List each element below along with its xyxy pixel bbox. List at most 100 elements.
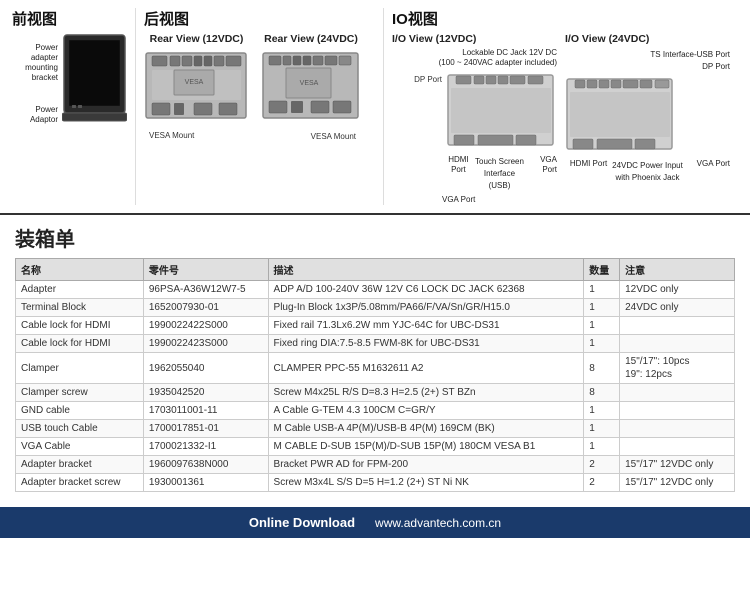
io-12v-hdmi: HDMI Port [442,155,475,191]
table-row: Clamper screw1935042520Screw M4x25L R/S … [16,384,735,402]
io-view-column: IO视图 I/O View (12VDC) Lockable DC Jack 1… [383,8,738,205]
table-cell [620,420,735,438]
io-24v-device [565,74,675,154]
table-cell: 1 [584,438,620,456]
table-cell: Plug-In Block 1x3P/5.08mm/PA66/F/VA/Sn/G… [268,299,584,317]
table-cell: Clamper screw [16,384,144,402]
rear-12vdc-block: Rear View (12VDC) [144,33,249,123]
io-12v-top1b: (100 ~ 240VAC adapter included) [439,58,557,68]
table-cell: GND cable [16,402,144,420]
rear-view-column: 后视图 Rear View (12VDC) [135,8,375,205]
front-device-svg [62,33,127,123]
table-cell: 15"/17" 12VDC only [620,474,735,492]
footer: Online Download www.advantech.com.cn [0,507,750,538]
table-cell: 1652007930-01 [143,299,268,317]
table-cell [620,317,735,335]
table-cell: 1960097638N000 [143,456,268,474]
table-cell: 96PSA-A36W12W7-5 [143,281,268,299]
table-cell: Terminal Block [16,299,144,317]
table-row: Adapter bracket screw1930001361Screw M3x… [16,474,735,492]
svg-text:VESA: VESA [300,80,319,87]
rear-12v-subtitle: Rear View (12VDC) [150,33,244,45]
table-cell: Bracket PWR AD for FPM-200 [268,456,584,474]
table-row: USB touch Cable1700017851-01M Cable USB-… [16,420,735,438]
rear-24v-device: VESA [261,48,361,123]
table-row: Terminal Block1652007930-01Plug-In Block… [16,299,735,317]
table-cell: 1700021332-I1 [143,438,268,456]
io-12v-device [446,70,556,150]
table-cell: Adapter [16,281,144,299]
table-cell: 1990022422S000 [143,317,268,335]
table-cell: 8 [584,384,620,402]
io-24v-subtitle: I/O View (24VDC) [565,33,649,45]
front-label-adaptor: Power Adaptor [12,105,58,125]
table-row: GND cable1703011001-11A Cable G-TEM 4.3 … [16,402,735,420]
io-24v-vga: VGA Port [683,159,730,183]
io-view-title: IO视图 [392,8,738,29]
table-title: 装箱单 [15,223,735,252]
table-cell: 1990022423S000 [143,335,268,353]
table-row: Clamper1962055040CLAMPER PPC-55 M1632611… [16,353,735,384]
rear-24v-subtitle: Rear View (24VDC) [264,33,358,45]
io-12v-top1: Lockable DC Jack 12V DC [462,48,557,58]
col-part: 零件号 [143,259,268,281]
col-name: 名称 [16,259,144,281]
table-cell: 2 [584,474,620,492]
parts-table: 名称 零件号 描述 数量 注意 Adapter96PSA-A36W12W7-5A… [15,258,735,492]
table-cell: Adapter bracket screw [16,474,144,492]
table-section: 装箱单 名称 零件号 描述 数量 注意 Adapter96PSA-A36W12W… [0,215,750,497]
col-note: 注意 [620,259,735,281]
table-cell: A Cable G-TEM 4.3 100CM C=GR/Y [268,402,584,420]
table-cell: ADP A/D 100-240V 36W 12V C6 LOCK DC JACK… [268,281,584,299]
table-cell: 1700017851-01 [143,420,268,438]
rear-view-title: 后视图 [144,8,375,29]
io-24v-powerb: with Phoenix Jack [615,173,679,182]
io-24v-power: 24VDC Power Input [612,161,683,170]
table-cell: Clamper [16,353,144,384]
table-cell: M Cable USB-A 4P(M)/USB-B 4P(M) 169CM (B… [268,420,584,438]
table-cell: 15"/17" 12VDC only [620,456,735,474]
table-cell [620,335,735,353]
table-cell: 2 [584,456,620,474]
table-cell: Fixed ring DIA:7.5-8.5 FWM-8K for UBC-DS… [268,335,584,353]
table-cell: 15"/17": 10pcs 19": 12pcs [620,353,735,384]
table-cell: 24VDC only [620,299,735,317]
table-cell: Fixed rail 71.3Lx6.2W mm YJC-64C for UBC… [268,317,584,335]
front-view-column: 前视图 Power adapter mounting bracket Power… [12,8,127,205]
table-cell: 1 [584,299,620,317]
table-cell: 1930001361 [143,474,268,492]
table-cell: Screw M3x4L S/S D=5 H=1.2 (2+) ST Ni NK [268,474,584,492]
front-label-bracket: Power adapter mounting bracket [12,43,58,83]
table-row: Adapter96PSA-A36W12W7-5ADP A/D 100-240V … [16,281,735,299]
table-cell: 1703011001-11 [143,402,268,420]
table-cell: Adapter bracket [16,456,144,474]
svg-text:VESA: VESA [185,79,204,86]
table-cell: 1 [584,402,620,420]
io-24vdc-block: I/O View (24VDC) TS Interface-USB Port D… [565,33,730,205]
views-container: 前视图 Power adapter mounting bracket Power… [0,0,750,215]
table-cell: USB touch Cable [16,420,144,438]
table-cell: 12VDC only [620,281,735,299]
table-cell: 1 [584,420,620,438]
table-cell [620,438,735,456]
table-cell: 8 [584,353,620,384]
io-12v-vga-bottom: VGA Port [524,155,557,191]
front-view-title: 前视图 [12,8,127,29]
io-12v-touch: Touch Screen [475,157,524,166]
col-qty: 数量 [584,259,620,281]
table-row: Adapter bracket1960097638N000Bracket PWR… [16,456,735,474]
io-12vdc-block: I/O View (12VDC) Lockable DC Jack 12V DC… [392,33,557,205]
table-cell: Cable lock for HDMI [16,335,144,353]
io-12v-dp-label: DP Port [414,75,442,84]
io-24v-hdmi: HDMI Port [565,159,612,183]
io-24v-dp: DP Port [702,62,730,71]
table-header-row: 名称 零件号 描述 数量 注意 [16,259,735,281]
table-cell: M CABLE D-SUB 15P(M)/D-SUB 15P(M) 180CM … [268,438,584,456]
io-12v-vga: VGA Port [442,195,475,204]
table-cell: 1962055040 [143,353,268,384]
table-row: Cable lock for HDMI1990022422S000Fixed r… [16,317,735,335]
rear-12v-device: VESA [144,48,249,123]
col-desc: 描述 [268,259,584,281]
table-row: Cable lock for HDMI1990022423S000Fixed r… [16,335,735,353]
io-24v-ts: TS Interface-USB Port [650,50,730,59]
